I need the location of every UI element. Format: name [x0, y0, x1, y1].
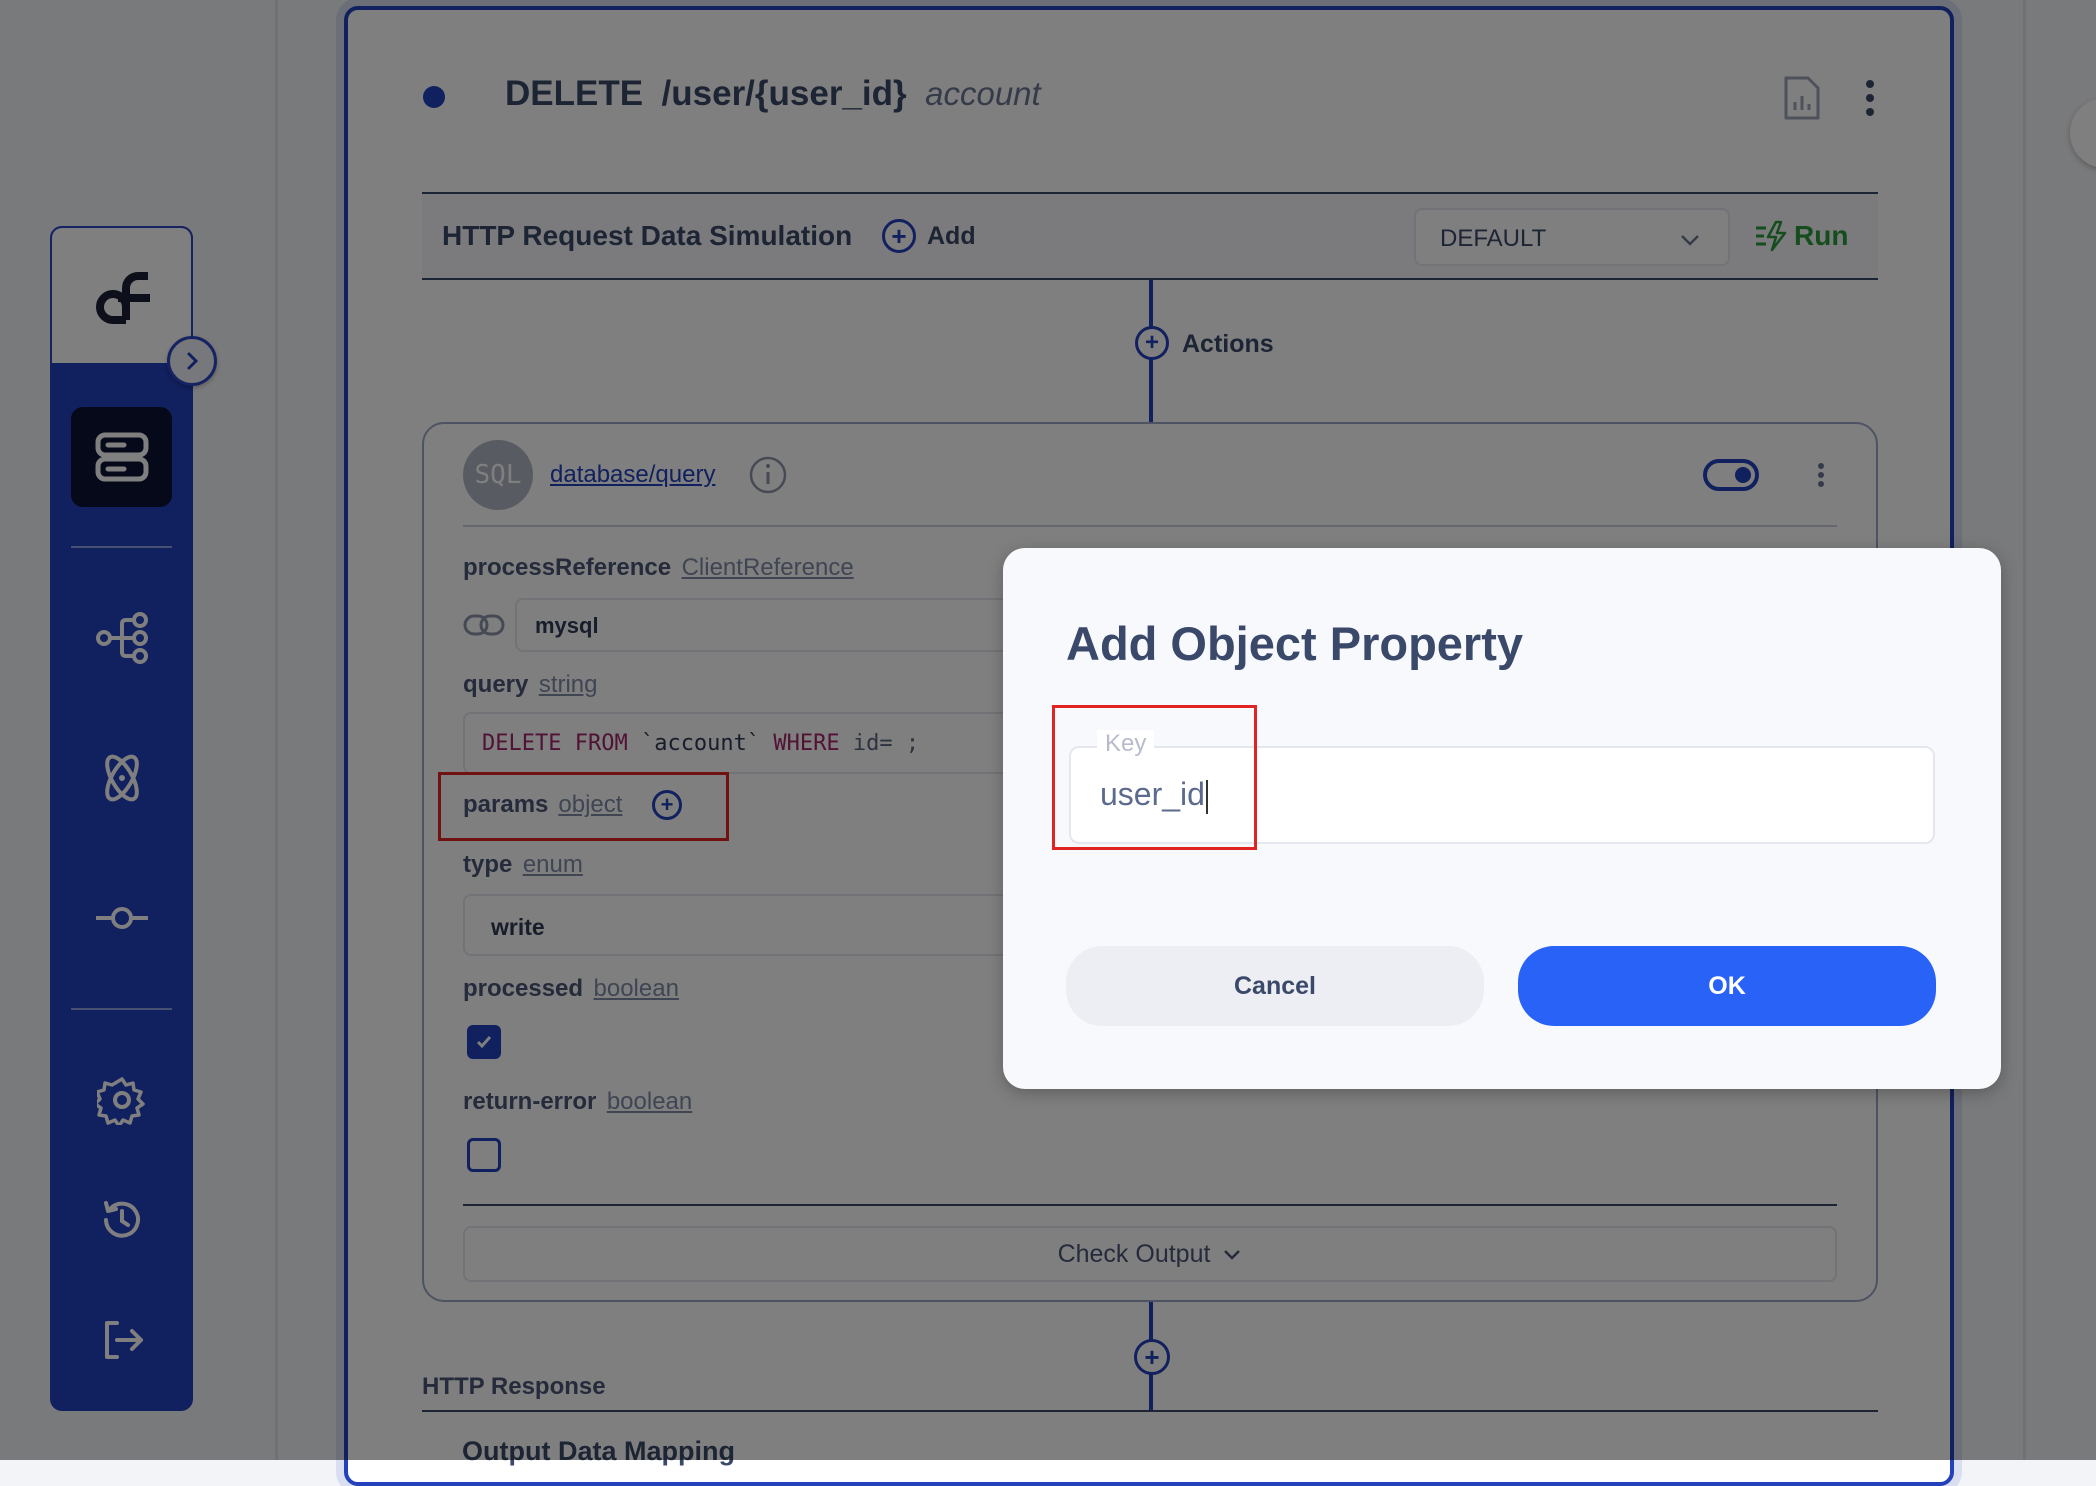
dialog-title: Add Object Property	[1066, 617, 1524, 670]
cancel-button[interactable]: Cancel	[1066, 946, 1484, 1026]
highlight-key-input	[1052, 705, 1257, 850]
ok-button[interactable]: OK	[1518, 946, 1936, 1026]
